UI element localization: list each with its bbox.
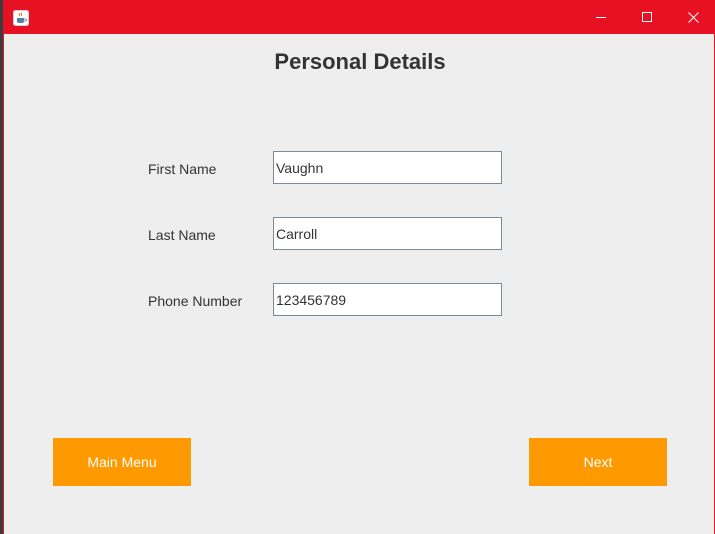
close-button[interactable] [670, 0, 715, 34]
first-name-field[interactable] [273, 151, 502, 184]
maximize-icon [642, 12, 652, 22]
minimize-icon [596, 17, 606, 18]
page-title: Personal Details [274, 49, 446, 74]
close-icon [687, 11, 699, 23]
app-window: Personal Details First Name Last Name Ph… [3, 0, 715, 534]
maximize-button[interactable] [624, 0, 670, 34]
java-coffee-cup-icon [13, 10, 29, 26]
last-name-field[interactable] [273, 217, 502, 250]
last-name-label: Last Name [148, 227, 216, 243]
phone-number-label: Phone Number [148, 293, 243, 309]
phone-number-field[interactable] [273, 283, 502, 316]
next-button[interactable]: Next [529, 438, 667, 486]
title-bar[interactable] [4, 0, 714, 34]
minimize-button[interactable] [578, 0, 624, 34]
main-menu-button[interactable]: Main Menu [53, 438, 191, 486]
first-name-label: First Name [148, 161, 217, 177]
